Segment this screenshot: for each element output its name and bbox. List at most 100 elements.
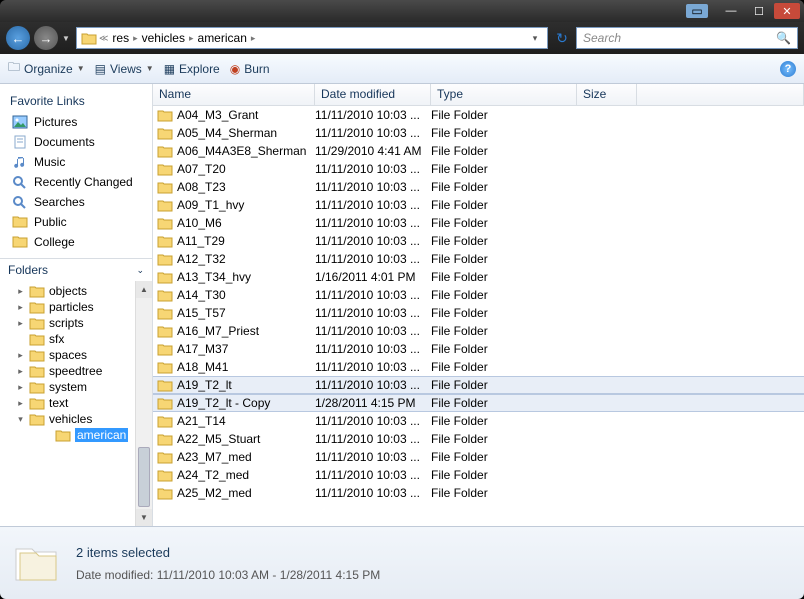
folder-icon (29, 333, 45, 346)
maximize-button[interactable]: ☐ (746, 3, 772, 19)
file-row[interactable]: A08_T2311/11/2010 10:03 ...File Folder (153, 178, 804, 196)
file-rows[interactable]: A04_M3_Grant11/11/2010 10:03 ...File Fol… (153, 106, 804, 526)
search-icon (12, 175, 28, 189)
file-name: A11_T29 (177, 234, 225, 248)
expand-icon[interactable]: ▸ (16, 366, 25, 377)
title-bar: ▭ — ☐ ✕ (0, 0, 804, 22)
file-row[interactable]: A05_M4_Sherman11/11/2010 10:03 ...File F… (153, 124, 804, 142)
file-row[interactable]: A09_T1_hvy11/11/2010 10:03 ...File Folde… (153, 196, 804, 214)
expand-icon[interactable]: ▾ (16, 414, 25, 425)
file-row[interactable]: A15_T5711/11/2010 10:03 ...File Folder (153, 304, 804, 322)
breadcrumb-american[interactable]: american (196, 31, 249, 45)
tree-item-speedtree[interactable]: ▸speedtree (14, 363, 152, 379)
file-row[interactable]: A19_T2_lt11/11/2010 10:03 ...File Folder (153, 376, 804, 394)
expand-icon[interactable]: ▸ (16, 318, 25, 329)
folder-icon (157, 235, 173, 248)
folder-icon (157, 487, 173, 500)
help-button[interactable]: ? (780, 61, 796, 77)
favorite-link-college[interactable]: College (4, 232, 148, 252)
folders-header[interactable]: Folders ⌄ (0, 259, 152, 281)
file-row[interactable]: A14_T3011/11/2010 10:03 ...File Folder (153, 286, 804, 304)
file-row[interactable]: A25_M2_med11/11/2010 10:03 ...File Folde… (153, 484, 804, 502)
file-date: 11/29/2010 4:41 AM (315, 144, 431, 158)
favorite-link-music[interactable]: Music (4, 152, 148, 172)
address-bar[interactable]: ≪ res ▸ vehicles ▸ american ▸ ▾ (76, 27, 548, 49)
expand-icon[interactable]: ▸ (16, 286, 25, 297)
file-row[interactable]: A07_T2011/11/2010 10:03 ...File Folder (153, 160, 804, 178)
breadcrumb-res[interactable]: res (110, 31, 131, 45)
scroll-up-icon[interactable]: ▲ (136, 281, 152, 298)
file-row[interactable]: A23_M7_med11/11/2010 10:03 ...File Folde… (153, 448, 804, 466)
expand-icon[interactable]: ▸ (16, 398, 25, 409)
tree-item-american[interactable]: american (14, 427, 152, 443)
folder-icon (157, 217, 173, 230)
favorite-link-pictures[interactable]: Pictures (4, 112, 148, 132)
favorite-link-searches[interactable]: Searches (4, 192, 148, 212)
file-row[interactable]: A11_T2911/11/2010 10:03 ...File Folder (153, 232, 804, 250)
folder-icon (157, 271, 173, 284)
file-row[interactable]: A16_M7_Priest11/11/2010 10:03 ...File Fo… (153, 322, 804, 340)
column-name[interactable]: Name (153, 84, 315, 105)
file-date: 1/16/2011 4:01 PM (315, 270, 431, 284)
expand-icon[interactable]: ▸ (16, 302, 25, 313)
file-name: A13_T34_hvy (177, 270, 251, 284)
file-type: File Folder (431, 414, 577, 428)
file-row[interactable]: A10_M611/11/2010 10:03 ...File Folder (153, 214, 804, 232)
expand-icon[interactable]: ▸ (16, 350, 25, 361)
tree-item-sfx[interactable]: sfx (14, 331, 152, 347)
navigation-bar: ← → ▼ ≪ res ▸ vehicles ▸ american ▸ ▾ ↻ … (0, 22, 804, 54)
explore-icon: ▦ (164, 62, 175, 76)
tree-item-scripts[interactable]: ▸scripts (14, 315, 152, 331)
file-name: A15_T57 (177, 306, 226, 320)
favorite-link-documents[interactable]: Documents (4, 132, 148, 152)
refresh-button[interactable]: ↻ (552, 28, 572, 48)
folder-icon (157, 307, 173, 320)
column-spacer (637, 84, 804, 105)
back-button[interactable]: ← (6, 26, 30, 50)
column-type[interactable]: Type (431, 84, 577, 105)
favorite-link-recently-changed[interactable]: Recently Changed (4, 172, 148, 192)
breadcrumb-vehicles[interactable]: vehicles (140, 31, 187, 45)
organize-button[interactable]: 🗀 Organize▼ (8, 58, 85, 79)
file-type: File Folder (431, 468, 577, 482)
file-row[interactable]: A19_T2_lt - Copy1/28/2011 4:15 PMFile Fo… (153, 394, 804, 412)
file-row[interactable]: A18_M4111/11/2010 10:03 ...File Folder (153, 358, 804, 376)
expand-icon[interactable]: ▸ (16, 382, 25, 393)
close-button[interactable]: ✕ (774, 3, 800, 19)
views-button[interactable]: ▤ Views▼ (95, 62, 154, 76)
favorite-link-public[interactable]: Public (4, 212, 148, 232)
selection-title: 2 items selected (76, 545, 380, 560)
history-dropdown[interactable]: ▼ (62, 34, 72, 43)
forward-button[interactable]: → (34, 26, 58, 50)
address-dropdown[interactable]: ▾ (527, 33, 543, 44)
burn-button[interactable]: ◉ Burn (230, 62, 270, 76)
folder-icon (29, 317, 45, 330)
tree-item-text[interactable]: ▸text (14, 395, 152, 411)
file-row[interactable]: A24_T2_med11/11/2010 10:03 ...File Folde… (153, 466, 804, 484)
folder-icon (12, 215, 28, 229)
minimize-button[interactable]: — (718, 3, 744, 19)
file-row[interactable]: A17_M3711/11/2010 10:03 ...File Folder (153, 340, 804, 358)
file-row[interactable]: A12_T3211/11/2010 10:03 ...File Folder (153, 250, 804, 268)
scroll-thumb[interactable] (138, 447, 150, 507)
tree-scrollbar[interactable]: ▲ ▼ (135, 281, 152, 526)
column-size[interactable]: Size (577, 84, 637, 105)
tree-item-system[interactable]: ▸system (14, 379, 152, 395)
file-row[interactable]: A13_T34_hvy1/16/2011 4:01 PMFile Folder (153, 268, 804, 286)
explore-button[interactable]: ▦ Explore (164, 62, 220, 76)
file-date: 11/11/2010 10:03 ... (315, 342, 431, 356)
column-date[interactable]: Date modified (315, 84, 431, 105)
tree-item-vehicles[interactable]: ▾ vehicles (14, 411, 152, 427)
file-type: File Folder (431, 360, 577, 374)
tree-label: vehicles (49, 412, 92, 426)
file-row[interactable]: A21_T1411/11/2010 10:03 ...File Folder (153, 412, 804, 430)
file-row[interactable]: A06_M4A3E8_Sherman11/29/2010 4:41 AMFile… (153, 142, 804, 160)
file-row[interactable]: A22_M5_Stuart11/11/2010 10:03 ...File Fo… (153, 430, 804, 448)
favorite-label: Music (34, 155, 65, 169)
tree-item-spaces[interactable]: ▸spaces (14, 347, 152, 363)
search-input[interactable]: Search 🔍 (576, 27, 798, 49)
tree-item-objects[interactable]: ▸objects (14, 283, 152, 299)
file-row[interactable]: A04_M3_Grant11/11/2010 10:03 ...File Fol… (153, 106, 804, 124)
tree-item-particles[interactable]: ▸particles (14, 299, 152, 315)
scroll-down-icon[interactable]: ▼ (136, 509, 152, 526)
